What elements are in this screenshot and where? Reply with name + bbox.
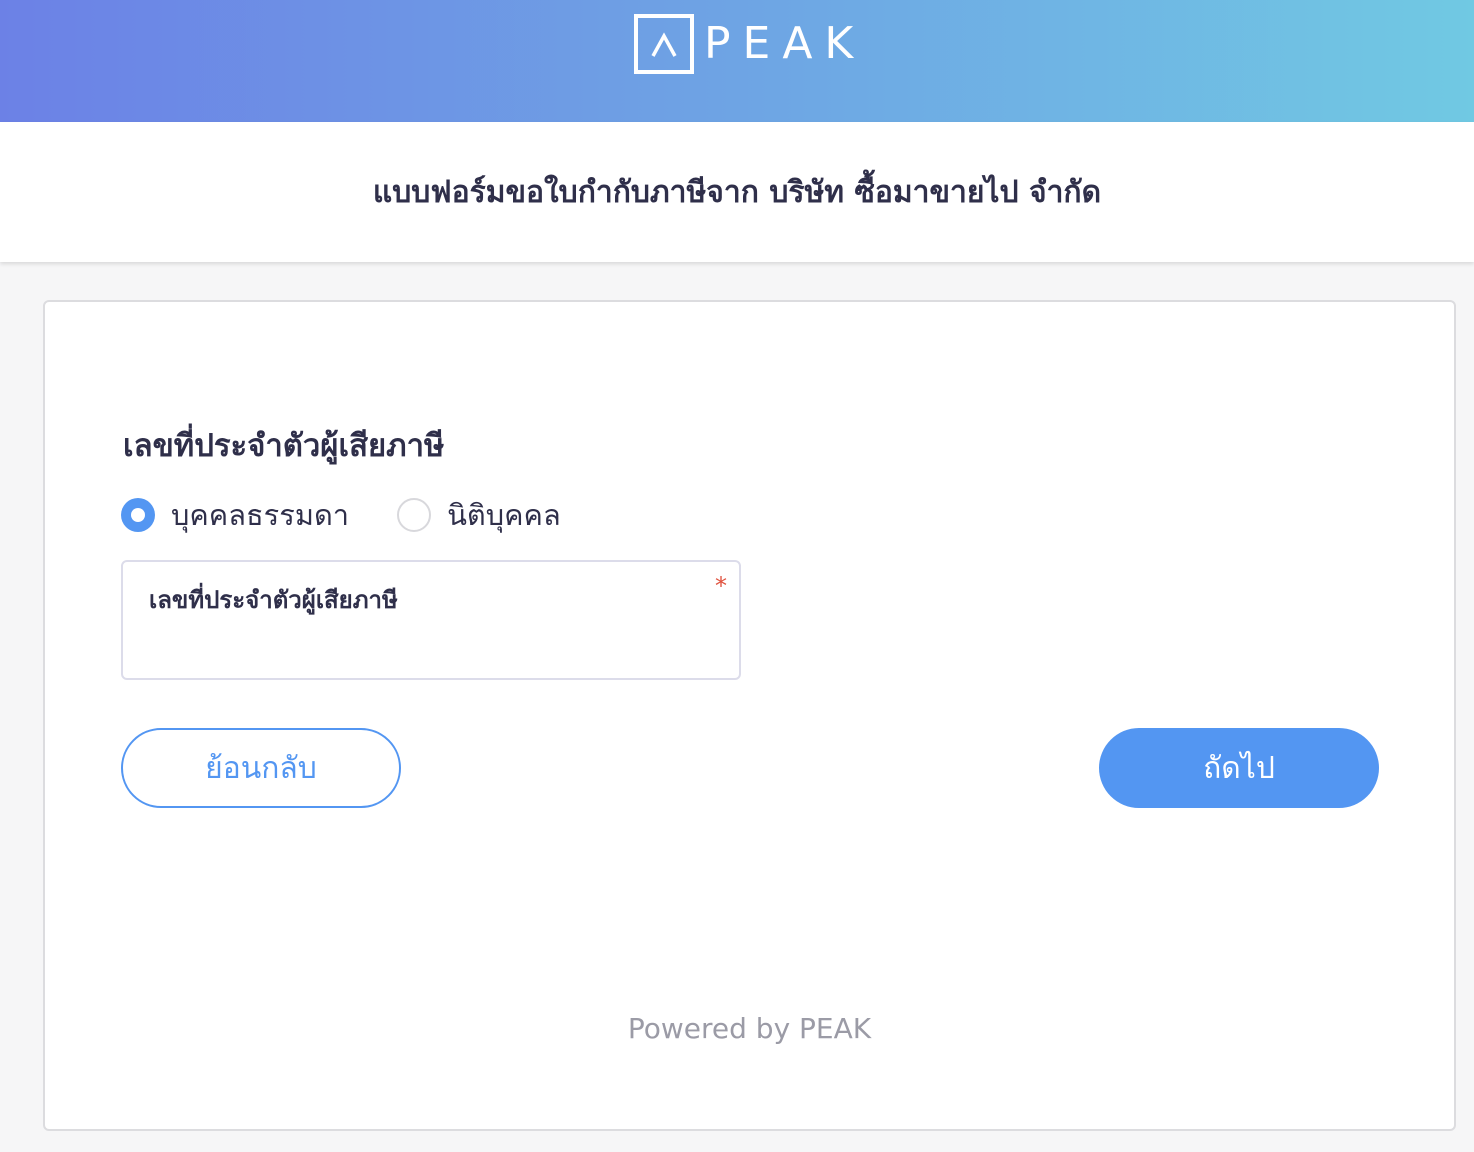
peak-logo-icon (634, 14, 694, 74)
radio-juristic-label: นิติบุคคล (447, 498, 561, 532)
tax-id-label: เลขที่ประจำตัวผู้เสียภาษี (149, 586, 398, 614)
title-bar: แบบฟอร์มขอใบกำกับภาษีจาก บริษัท ซื้อมาขา… (0, 122, 1474, 262)
radio-unchecked-icon[interactable] (397, 498, 432, 532)
tax-id-field[interactable]: เลขที่ประจำตัวผู้เสียภาษี * (121, 560, 741, 680)
required-asterisk: * (715, 572, 727, 600)
radio-individual-label: บุคคลธรรมดา (171, 498, 350, 532)
section-title: เลขที่ประจำตัวผู้เสียภาษี (123, 428, 445, 464)
tax-id-input[interactable] (149, 624, 713, 666)
radio-checked-icon[interactable] (121, 498, 155, 532)
logo-text: PEAK (704, 18, 866, 69)
back-button[interactable]: ย้อนกลับ (121, 728, 401, 808)
powered-by-text: Powered by PEAK (627, 1012, 872, 1045)
radio-individual[interactable]: บุคคลธรรมดา (121, 492, 349, 538)
page-title: แบบฟอร์มขอใบกำกับภาษีจาก บริษัท ซื้อมาขา… (372, 174, 1102, 210)
form-card: เลขที่ประจำตัวผู้เสียภาษี บุคคลธรรมดา นิ… (43, 300, 1456, 1131)
taxpayer-type-radio-group: บุคคลธรรมดา นิติบุคคล (121, 492, 609, 538)
radio-juristic[interactable]: นิติบุคคล (397, 492, 561, 538)
next-button[interactable]: ถัดไป (1099, 728, 1379, 808)
header-bar: PEAK (0, 0, 1474, 122)
peak-logo[interactable]: PEAK (634, 11, 865, 77)
